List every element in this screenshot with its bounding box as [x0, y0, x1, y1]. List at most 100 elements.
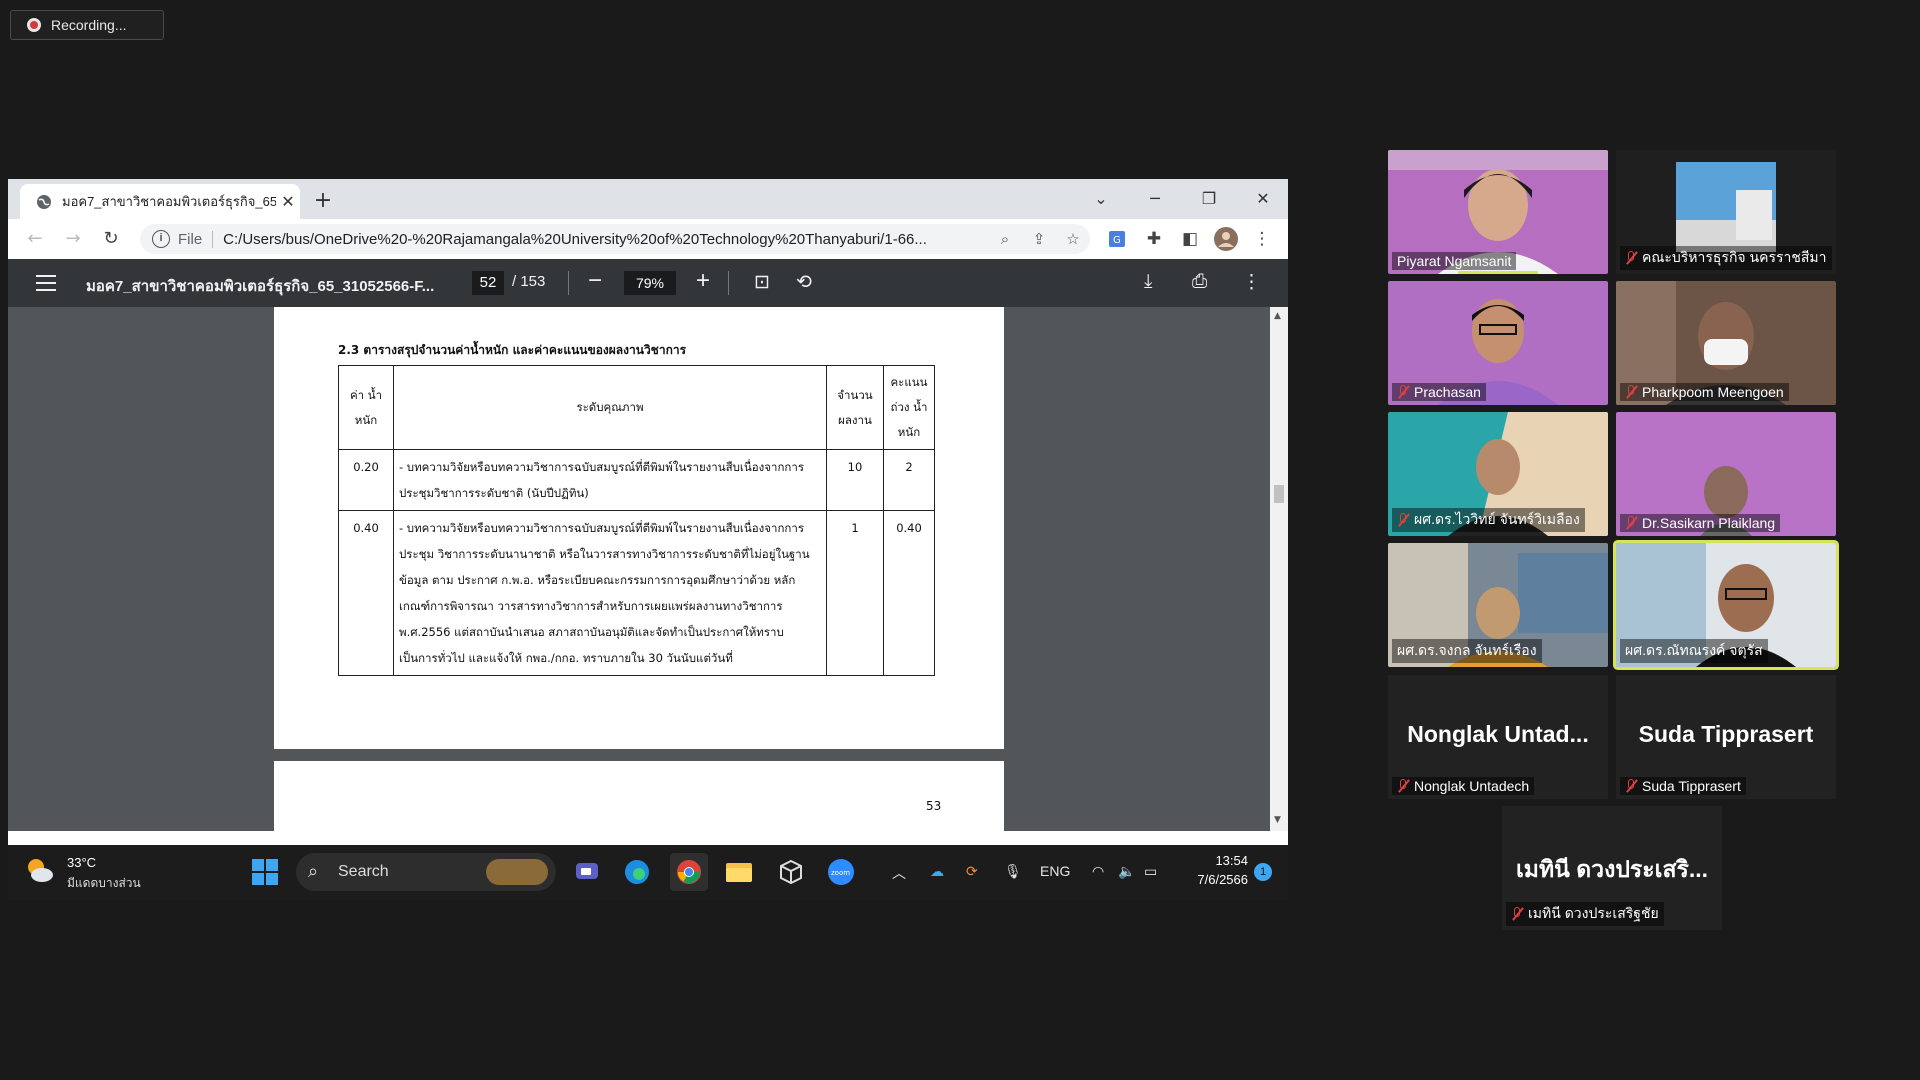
table-row: 0.40 - บทความวิจัยหรือบทความวิชาการฉบับส… — [338, 510, 935, 676]
download-icon[interactable]: ⤓ — [1144, 271, 1152, 293]
language-indicator[interactable]: ENG — [1040, 863, 1070, 879]
chrome-icon[interactable] — [670, 853, 708, 891]
search-highlight-image — [486, 859, 548, 885]
battery-icon[interactable]: ▭ — [1144, 863, 1157, 880]
share-icon[interactable]: ⇪ — [1022, 230, 1056, 248]
column-header: คะแนน ถ่วง น้ำหนัก — [883, 365, 935, 450]
tray-overflow-icon[interactable]: ︿ — [892, 863, 906, 883]
participant-name: คณะบริหารธุรกิจ นครราชสีมา — [1620, 246, 1832, 270]
close-window-button[interactable]: ✕ — [1240, 185, 1286, 213]
zoom-icon[interactable]: ⌕ — [988, 231, 1022, 248]
participant-name: ผศ.ดร.ณัทณรงค์ จตุรัส — [1620, 639, 1768, 663]
scroll-thumb[interactable] — [1274, 485, 1284, 503]
rotate-icon[interactable]: ⟲ — [796, 271, 812, 294]
new-tab-button[interactable]: + — [308, 187, 338, 215]
windows-start-icon[interactable] — [246, 853, 284, 891]
participant-tile[interactable]: Nonglak Untad... Nonglak Untadech — [1388, 675, 1608, 799]
participant-name: Nonglak Untadech — [1392, 777, 1535, 795]
side-panel-icon[interactable]: ◧ — [1176, 225, 1204, 253]
clock-date[interactable]: 7/6/2566 — [1180, 872, 1248, 887]
info-icon[interactable]: i — [152, 230, 170, 248]
minimize-button[interactable]: ─ — [1132, 185, 1178, 213]
address-bar[interactable]: i File C:/Users/bus/OneDrive%20-%20Rajam… — [140, 224, 1090, 254]
participant-tile[interactable]: Pharkpoom Meengoen — [1616, 281, 1836, 405]
file-explorer-icon[interactable] — [720, 853, 758, 891]
muted-mic-icon — [1625, 251, 1637, 265]
count-cell: 1 — [826, 510, 884, 676]
participant-name: Prachasan — [1392, 383, 1486, 401]
participant-tile[interactable]: ผศ.ดร.จงกล จันทร์เรือง — [1388, 543, 1608, 667]
pdf-menu-icon[interactable] — [36, 275, 56, 291]
translate-icon[interactable]: G — [1103, 225, 1131, 253]
speaking-indicator — [1458, 271, 1538, 274]
participant-tile[interactable]: Dr.Sasikarn Plaiklang — [1616, 412, 1836, 536]
sync-icon[interactable]: ⟳ — [966, 863, 978, 880]
close-tab-icon[interactable]: ✕ — [276, 192, 300, 212]
globe-icon — [37, 194, 51, 209]
muted-mic-icon — [1511, 907, 1523, 921]
app-cube-icon[interactable] — [772, 853, 810, 891]
weight-cell: 0.20 — [338, 449, 394, 511]
clock-time[interactable]: 13:54 — [1204, 853, 1248, 868]
participant-tile[interactable]: เมทินี ดวงประเสริ... เมทินี ดวงประเสริฐช… — [1502, 806, 1722, 930]
taskbar-search[interactable]: ⌕ Search — [296, 853, 556, 891]
scroll-up-arrow[interactable]: ▲ — [1274, 311, 1281, 321]
windows-taskbar: 33°C มีแดดบางส่วน ⌕ Search zoom ︿ ☁ ⟳ 🎙 … — [8, 845, 1288, 900]
muted-mic-icon — [1625, 516, 1637, 530]
microphone-icon[interactable]: 🎙 — [1004, 863, 1022, 880]
weather-icon[interactable] — [24, 855, 56, 885]
page-total: / 153 — [512, 273, 546, 290]
extensions-icon[interactable]: ✚ — [1140, 225, 1168, 253]
pdf-scrollbar[interactable]: ▲ ▼ — [1270, 307, 1288, 831]
browser-tab-bar: มอค7_สาขาวิชาคอมพิวเตอร์ธุรกิจ_65_ ✕ + ⌄… — [8, 179, 1288, 219]
browser-tab[interactable]: มอค7_สาขาวิชาคอมพิวเตอร์ธุรกิจ_65_ ✕ — [20, 184, 300, 219]
scroll-down-arrow[interactable]: ▼ — [1274, 815, 1281, 825]
edge-icon[interactable] — [618, 853, 656, 891]
temperature: 33°C — [67, 855, 97, 870]
forward-button[interactable]: → — [58, 225, 88, 253]
pdf-page: 2.3 ตารางสรุปจำนวนค่าน้ำหนัก และค่าคะแนน… — [274, 307, 1004, 749]
participant-tile[interactable]: Piyarat Ngamsanit — [1388, 150, 1608, 274]
participant-display-name: Nonglak Untad... — [1407, 721, 1589, 747]
print-icon[interactable]: ⎙ — [1192, 271, 1207, 293]
quality-cell: - บทความวิจัยหรือบทความวิชาการฉบับสมบูรณ… — [393, 449, 827, 511]
participant-tile[interactable]: Prachasan — [1388, 281, 1608, 405]
search-icon: ⌕ — [308, 861, 319, 881]
section-heading: 2.3 ตารางสรุปจำนวนค่าน้ำหนัก และค่าคะแนน… — [338, 343, 687, 357]
weight-summary-table: ค่า น้ำหนัก ระดับคุณภาพ จำนวน ผลงาน คะแน… — [338, 365, 935, 676]
pdf-viewer[interactable]: 2.3 ตารางสรุปจำนวนค่าน้ำหนัก และค่าคะแนน… — [8, 307, 1288, 831]
tab-search-icon[interactable]: ⌄ — [1078, 185, 1124, 213]
onedrive-icon[interactable]: ☁ — [930, 863, 944, 880]
volume-icon[interactable]: 🔈 — [1118, 863, 1135, 880]
participant-tile[interactable]: Suda Tipprasert Suda Tipprasert — [1616, 675, 1836, 799]
zoom-out-button[interactable]: − — [588, 267, 602, 295]
recording-indicator[interactable]: Recording... — [10, 10, 164, 40]
recording-label: Recording... — [51, 17, 127, 33]
bookmark-star-icon[interactable]: ☆ — [1056, 230, 1090, 248]
fit-page-icon[interactable]: ⊡ — [754, 271, 770, 294]
participant-tile[interactable]: ผศ.ดร.ไววิทย์ จันทร์วิเมลือง — [1388, 412, 1608, 536]
zoom-in-button[interactable]: + — [696, 267, 710, 295]
participant-tile-active[interactable]: ผศ.ดร.ณัทณรงค์ จตุรัส — [1616, 543, 1836, 667]
muted-mic-icon — [1397, 513, 1409, 527]
participant-name: ผศ.ดร.จงกล จันทร์เรือง — [1392, 639, 1542, 663]
teams-chat-icon[interactable] — [568, 853, 606, 891]
profile-avatar[interactable] — [1212, 225, 1240, 253]
notification-badge[interactable]: 1 — [1254, 863, 1272, 881]
participant-name: เมทินี ดวงประเสริฐชัย — [1506, 902, 1664, 926]
zoom-app-icon[interactable]: zoom — [822, 853, 860, 891]
back-button[interactable]: ← — [20, 225, 50, 253]
wifi-icon[interactable]: ◠ — [1092, 863, 1104, 880]
pdf-page: 53 — [274, 761, 1004, 831]
pdf-more-icon[interactable]: ⋮ — [1242, 271, 1261, 294]
page-number-input[interactable]: 52 — [472, 271, 504, 295]
restore-button[interactable]: ❐ — [1186, 185, 1232, 213]
reload-button[interactable]: ↻ — [96, 225, 126, 253]
url-text: C:/Users/bus/OneDrive%20-%20Rajamangala%… — [223, 230, 927, 248]
participant-tile[interactable]: คณะบริหารธุรกิจ นครราชสีมา — [1616, 150, 1836, 274]
search-label: Search — [338, 863, 389, 880]
zoom-input[interactable]: 79% — [624, 271, 676, 295]
muted-mic-icon — [1397, 779, 1409, 793]
score-cell: 0.40 — [883, 510, 935, 676]
browser-menu-icon[interactable]: ⋮ — [1248, 225, 1276, 253]
